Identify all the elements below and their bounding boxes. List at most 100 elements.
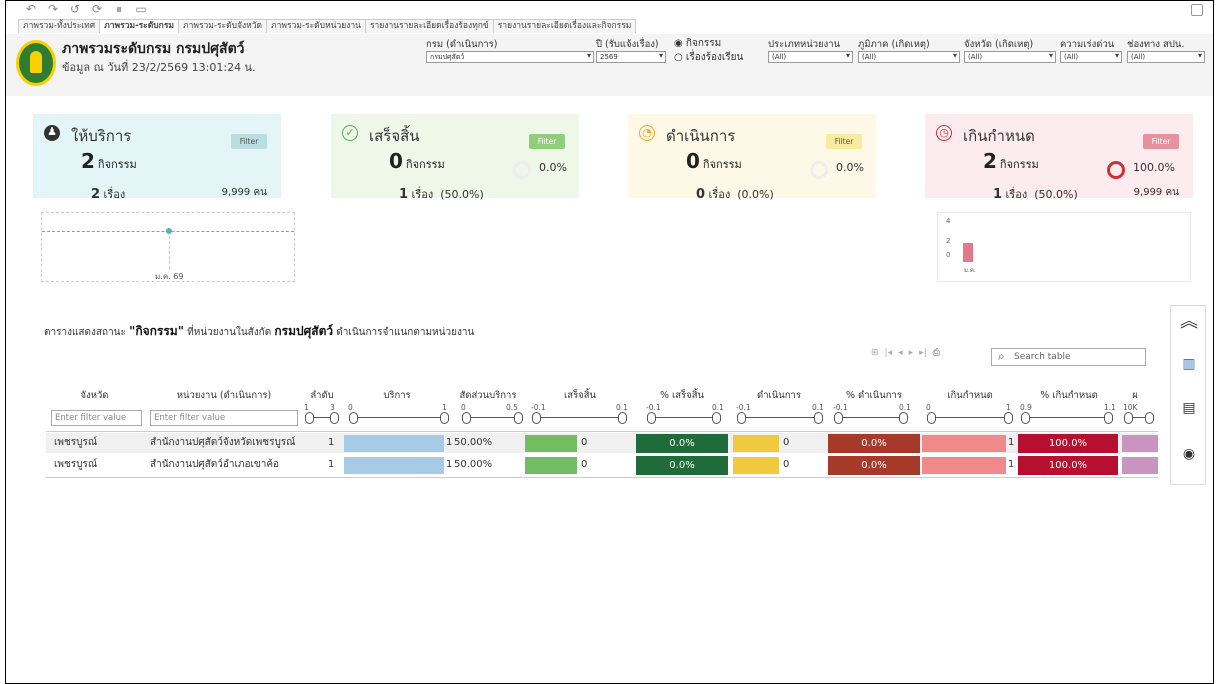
service-max: 1	[442, 403, 447, 412]
over-range-slider[interactable]	[927, 412, 1013, 424]
col-header-pover[interactable]: % เกินกำหนด	[1019, 388, 1119, 402]
department-logo	[16, 40, 56, 86]
progress-filter-button[interactable]: Filter	[826, 134, 862, 149]
col-header-rank[interactable]: ลำดับ	[302, 388, 342, 402]
channel-dropdown[interactable]: (All)	[1127, 51, 1205, 63]
pause-icon[interactable]: ⏸	[112, 2, 126, 17]
last-bar	[1122, 435, 1158, 452]
rank-max: 3	[330, 403, 335, 412]
done-filter-button[interactable]: Filter	[529, 134, 565, 149]
last-page-icon[interactable]: ▸|	[919, 348, 927, 358]
done-bar	[525, 435, 577, 452]
tab-bar: ภาพรวม-ทั้งประเทศ ภาพรวม-ระดับกรม ภาพรวม…	[18, 19, 637, 33]
agency-type-dropdown[interactable]: (All)	[768, 51, 853, 63]
dept-dropdown[interactable]: กรมปศุสัตว์	[426, 51, 594, 63]
toolbar: ↶ ↷ ↺ ⟳ ⏸ ▭	[6, 1, 1213, 17]
bar-chart-icon[interactable]: ▥	[1179, 354, 1199, 374]
page-title: ภาพรวมระดับกรม กรมปศุสัตว์	[62, 41, 245, 57]
year-dropdown[interactable]: 2569	[596, 51, 666, 63]
province-filter-input[interactable]: Enter filter value	[51, 410, 142, 426]
table-title: ตารางแสดงสถานะ "กิจกรรม" ที่หน่วยงานในสั…	[44, 324, 475, 338]
col-header-over[interactable]: เกินกำหนด	[922, 388, 1018, 402]
col-header-service[interactable]: บริการ	[344, 388, 450, 402]
map-list-icon[interactable]: ▤	[1179, 398, 1199, 418]
tab-department[interactable]: ภาพรวม-ระดับกรม	[99, 19, 179, 33]
col-header-last[interactable]: ผ	[1122, 388, 1148, 402]
cell-prog: 0	[783, 459, 790, 470]
service-range-slider[interactable]	[349, 412, 449, 424]
pdone-range-slider[interactable]	[647, 412, 721, 424]
tab-complaint-report[interactable]: รายงานรายละเอียดเรื่องร้องทุกข์	[364, 19, 494, 33]
tab-national[interactable]: ภาพรวม-ทั้งประเทศ	[18, 19, 101, 33]
cell-ratio: 50.00%	[454, 459, 493, 470]
done-bar	[525, 457, 577, 474]
pprog-range-slider[interactable]	[834, 412, 908, 424]
revert-icon[interactable]: ↺	[68, 2, 82, 16]
refresh-icon[interactable]: ⟳	[90, 2, 104, 16]
col-header-province[interactable]: จังหวัด	[46, 388, 143, 402]
prev-page-icon[interactable]: ◂	[898, 348, 903, 358]
undo-icon[interactable]: ↶	[24, 2, 38, 16]
side-panel: ︽ ▥ ▤ ◉	[1170, 305, 1206, 485]
col-header-ratio[interactable]: สัดส่วนบริการ	[453, 388, 523, 402]
tab-activity-report[interactable]: รายงานรายละเอียดเรื่องและกิจกรรม	[492, 19, 637, 33]
col-header-pprog[interactable]: % ดำเนินการ	[828, 388, 920, 402]
col-header-pdone[interactable]: % เสร็จสิ้น	[636, 388, 728, 402]
done-min: -0.1	[531, 403, 546, 412]
table-row[interactable]: เพชรบูรณ์ สำนักงานปศุสัตว์อำเภอเขาค้อ 1 …	[46, 455, 1158, 475]
overdue-filter-button[interactable]: Filter	[1143, 134, 1179, 149]
year-filter-label: ปี (รับแจ้งเรื่อง)	[596, 39, 659, 50]
add-row-icon[interactable]: ⊞	[871, 348, 879, 358]
prog-range-slider[interactable]	[737, 412, 823, 424]
rank-range-slider[interactable]	[305, 412, 339, 424]
collapse-up-icon[interactable]: ︽	[1179, 312, 1199, 332]
col-header-prog[interactable]: ดำเนินการ	[733, 388, 825, 402]
radio-complaint[interactable]: ○ เรื่องร้องเรียน	[674, 50, 743, 65]
pover-range-slider[interactable]	[1021, 412, 1113, 424]
over-bar	[922, 435, 1006, 452]
cell-pdone: 0.0%	[636, 456, 728, 475]
service-bar	[344, 435, 444, 452]
next-page-icon[interactable]: ▸	[909, 348, 914, 358]
cell-province: เพชรบูรณ์	[54, 459, 98, 470]
cell-prog: 0	[783, 437, 790, 448]
urgency-dropdown[interactable]: (All)	[1060, 51, 1122, 63]
export-icon[interactable]: ⎙	[933, 348, 940, 358]
cell-pover: 100.0%	[1018, 434, 1118, 453]
col-header-done[interactable]: เสร็จสิ้น	[527, 388, 633, 402]
rank-min: 1	[304, 403, 309, 412]
cell-pprog: 0.0%	[828, 434, 920, 453]
sparkline-month-label: ม.ค. 69	[155, 272, 184, 281]
province-dropdown[interactable]: (All)	[964, 51, 1056, 63]
prog-bar	[733, 435, 779, 452]
done-range-slider[interactable]	[532, 412, 627, 424]
region-dropdown[interactable]: (All)	[858, 51, 960, 63]
first-page-icon[interactable]: |◂	[885, 348, 893, 358]
card-sub-value: 1 เรื่อง (50.0%)	[399, 187, 484, 202]
dashboard-frame: ↶ ↷ ↺ ⟳ ⏸ ▭ ภาพรวม-ทั้งประเทศ ภาพรวม-ระด…	[5, 0, 1214, 684]
region-label: ภูมิภาค (เกิดเหตุ)	[858, 39, 930, 50]
done-pct: 0.0%	[539, 161, 567, 174]
table-row[interactable]: เพชรบูรณ์ สำนักงานปศุสัตว์จังหวัดเพชรบูร…	[46, 433, 1158, 453]
location-icon[interactable]: ◉	[1179, 444, 1199, 464]
row-divider	[46, 431, 1158, 432]
ratio-range-slider[interactable]	[462, 412, 523, 424]
tab-agency[interactable]: ภาพรวม-ระดับหน่วยงาน	[266, 19, 366, 33]
card-title: เกินกำหนด	[963, 127, 1035, 145]
service-filter-button[interactable]: Filter	[231, 134, 267, 149]
row-divider	[46, 477, 1158, 478]
redo-icon[interactable]: ↷	[46, 2, 60, 16]
tab-province[interactable]: ภาพรวม-ระดับจังหวัด	[177, 19, 268, 33]
share-icon[interactable]: ▭	[134, 2, 148, 16]
radio-activity[interactable]: ◉ กิจกรรม	[674, 36, 721, 51]
card-big-value: 0 กิจกรรม	[389, 149, 445, 173]
col-header-agency[interactable]: หน่วยงาน (ดำเนินการ)	[148, 388, 300, 402]
search-table-input[interactable]: Search table	[991, 348, 1146, 366]
agency-filter-input[interactable]: Enter filter value	[150, 410, 298, 426]
cell-done: 0	[581, 459, 588, 470]
cell-pover: 100.0%	[1018, 456, 1118, 475]
fullscreen-icon[interactable]	[1191, 4, 1203, 16]
ratio-max: 0.5	[506, 403, 518, 412]
last-range-slider[interactable]	[1124, 412, 1154, 424]
pprog-max: 0.1	[899, 403, 911, 412]
